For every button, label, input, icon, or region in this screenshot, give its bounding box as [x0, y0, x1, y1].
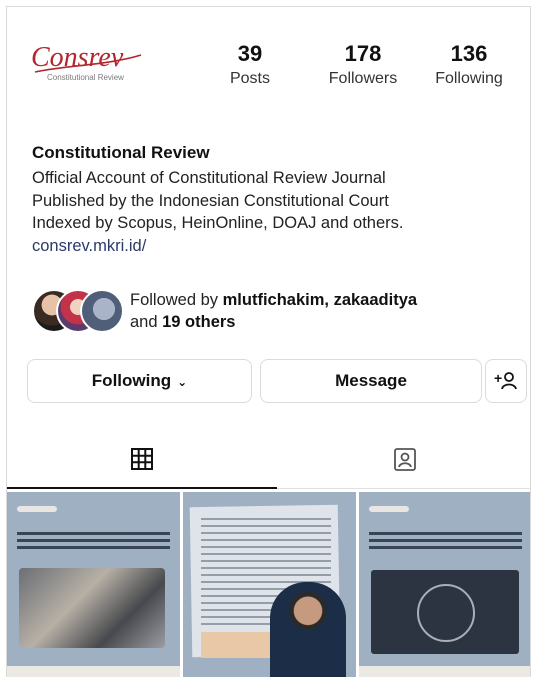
stat-following[interactable]: 136 Following [418, 41, 520, 88]
profile-avatar-logo[interactable]: Consrev Constitutional Review [29, 39, 147, 87]
following-button-label: Following [91, 371, 172, 390]
post-logo-strip [17, 506, 57, 512]
following-label: Following [435, 70, 503, 87]
tagged-icon [393, 448, 416, 471]
post-photo [19, 568, 165, 648]
add-user-button[interactable]: + [485, 359, 527, 403]
svg-text:+: + [494, 370, 502, 386]
bio-line: Indexed by Scopus, HeinOnline, DOAJ and … [32, 214, 404, 232]
post-portrait [270, 582, 346, 677]
grid-icon [131, 448, 153, 470]
post-footer [359, 666, 530, 677]
consrev-logo: Consrev Constitutional Review [31, 42, 142, 82]
posts-label: Posts [229, 70, 270, 87]
tab-tagged[interactable] [277, 429, 530, 489]
stat-followers[interactable]: 178 Followers [308, 41, 418, 88]
followers-label: Followers [328, 70, 398, 87]
message-button-label: Message [335, 371, 407, 390]
profile-name: Constitutional Review [32, 143, 210, 162]
svg-text:Constitutional Review: Constitutional Review [47, 73, 124, 82]
posts-grid [7, 492, 530, 677]
profile-link[interactable]: consrev.mkri.id/ [32, 235, 512, 258]
chevron-down-icon: ⌄ [177, 375, 188, 389]
following-count: 136 [450, 41, 488, 66]
post-thumbnail[interactable] [7, 492, 180, 677]
post-heading-lines [369, 532, 522, 550]
post-logo-strip [369, 506, 409, 512]
profile-stats: 39 Posts 178 Followers 136 Following [212, 41, 517, 101]
post-emblem [417, 584, 475, 642]
post-thumbnail[interactable] [359, 492, 530, 677]
posts-count: 39 [237, 41, 263, 66]
profile-tabs [7, 429, 530, 489]
avatar [80, 289, 124, 333]
tab-posts-grid[interactable] [7, 429, 277, 489]
followers-count: 178 [344, 41, 382, 66]
follower-avatars [32, 289, 124, 333]
post-heading-lines [17, 532, 170, 550]
bio-line: Published by the Indonesian Constitution… [32, 191, 389, 210]
followed-by-text: Followed by mlutfichakim, zakaaditya and… [130, 291, 418, 331]
add-user-icon: + [494, 370, 517, 390]
message-button[interactable]: Message [260, 359, 482, 403]
following-button[interactable]: Following ⌄ [27, 359, 252, 403]
svg-text:Consrev: Consrev [31, 42, 124, 73]
bio-line: Official Account of Constitutional Revie… [32, 169, 386, 187]
post-footer [7, 666, 180, 677]
post-thumbnail[interactable] [183, 492, 356, 677]
followed-by[interactable]: Followed by mlutfichakim, zakaaditya and… [32, 287, 512, 337]
active-tab-indicator [7, 487, 277, 489]
profile-bio: Constitutional Review Official Account o… [32, 143, 512, 257]
profile-screen: Consrev Constitutional Review 39 Posts 1… [6, 6, 531, 677]
stat-posts[interactable]: 39 Posts [220, 41, 280, 88]
